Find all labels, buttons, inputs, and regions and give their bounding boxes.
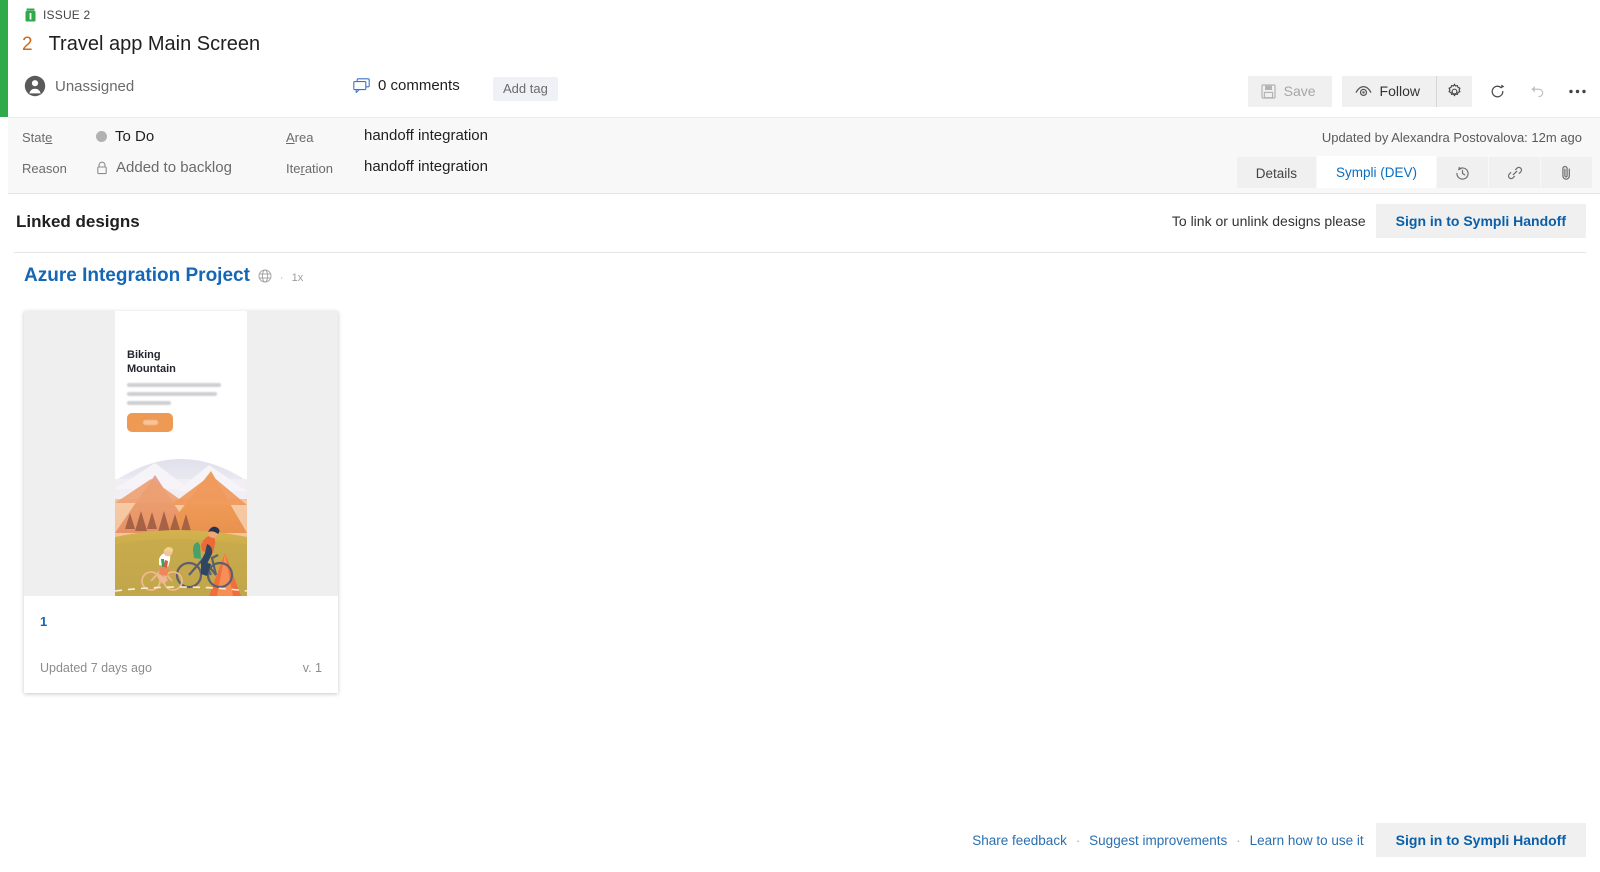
suggest-improvements-link[interactable]: Suggest improvements [1089,833,1227,848]
tab-history[interactable] [1437,157,1488,188]
design-updated-text: Updated 7 days ago [40,661,152,675]
issue-type-accent-bar [0,0,8,117]
project-row: Azure Integration Project · 1x [24,265,303,287]
area-value[interactable]: handoff integration [364,127,488,144]
page-title[interactable]: Travel app Main Screen [49,33,261,56]
design-card-title[interactable]: 1 [40,614,322,629]
signin-prompt-row: To link or unlink designs please Sign in… [1172,204,1586,238]
add-tag-button[interactable]: Add tag [493,77,558,101]
work-item-meta-row: Unassigned [24,75,134,97]
work-item-title-row: 2 Travel app Main Screen [22,33,260,56]
save-button-label: Save [1283,83,1316,99]
design-thumbnail[interactable]: Biking Mountain [24,311,338,596]
iteration-label: Iteration [286,161,334,176]
biking-illustration [115,459,247,596]
share-feedback-link[interactable]: Share feedback [972,833,1067,848]
footer-separator: · [1075,832,1081,848]
tab-links[interactable] [1489,157,1540,188]
lock-icon [97,161,107,174]
attachment-icon [1562,165,1570,180]
state-label: State [22,130,53,145]
ellipsis-icon [1568,89,1586,94]
tab-details[interactable]: Details [1236,157,1316,188]
save-disk-icon [1261,83,1276,99]
updated-by-text: Updated by Alexandra Postovalova: 12m ag… [1321,130,1582,145]
linked-designs-title: Linked designs [16,212,140,231]
design-card-body: 1 Updated 7 days ago v. 1 [24,596,338,693]
comment-icon [353,77,370,93]
tab-attachments[interactable] [1541,157,1592,188]
refresh-icon [1491,84,1504,98]
follow-button-group: Follow [1341,76,1472,107]
reason-value[interactable]: Added to backlog [96,159,232,176]
signin-hint: To link or unlink designs please [1171,213,1366,229]
reason-label: Reason [22,161,67,176]
save-button[interactable]: Save [1247,76,1332,107]
section-divider [14,252,1586,253]
assignee-name: Unassigned [55,77,135,95]
follow-button-label: Follow [1379,83,1420,99]
mockup-screen: Biking Mountain [115,311,247,596]
work-item-fields-band: State To Do Reason Added to backlog Area… [8,117,1600,194]
work-item-toolbar: Save Follow [1247,76,1592,107]
undo-icon [1530,86,1543,98]
project-separator: · [279,272,284,284]
gear-icon [1448,83,1461,97]
assignee-field[interactable]: Unassigned [24,75,134,97]
tab-sympli-dev[interactable]: Sympli (DEV) [1316,156,1436,188]
work-item-tabs: Details Sympli (DEV) [1236,156,1592,188]
mockup-heading: Biking Mountain [127,349,176,376]
state-dot-icon [96,131,107,142]
issue-icon [25,8,36,22]
avatar-icon [24,75,46,97]
footer-separator: · [1236,832,1241,848]
work-item-id: 2 [22,34,33,55]
globe-icon [258,269,272,283]
follow-button[interactable]: Follow [1342,76,1436,107]
learn-how-to-use-it-link[interactable]: Learn how to use it [1250,833,1364,848]
mockup-body-text [127,383,221,410]
signin-sympli-handoff-button[interactable]: Sign in to Sympli Handoff [1375,204,1586,238]
work-item-header: ISSUE 2 2 Travel app Main Screen Unassig… [8,0,1600,117]
eye-icon [1355,85,1371,96]
history-icon [1456,166,1469,180]
state-value[interactable]: To Do [96,128,154,145]
follow-settings-button[interactable] [1436,76,1472,107]
issue-type-text: ISSUE 2 [43,8,91,22]
footer-signin-sympli-handoff-button[interactable]: Sign in to Sympli Handoff [1375,823,1586,857]
reason-value-text: Added to backlog [116,159,232,176]
more-actions-button[interactable] [1562,77,1592,107]
mockup-cta-button [127,413,173,432]
area-label: Area [286,130,314,145]
link-icon [1507,166,1522,180]
work-item-page: ISSUE 2 2 Travel app Main Screen Unassig… [0,0,1600,872]
comments-count: 0 comments [378,77,460,94]
design-card[interactable]: Biking Mountain 1 Updated 7 days ago v. … [24,311,338,693]
comments-link[interactable]: 0 comments [353,77,460,94]
linked-designs-header: Linked designs To link or unlink designs… [0,194,1600,252]
issue-type-label: ISSUE 2 [24,8,90,22]
refresh-button[interactable] [1482,77,1512,107]
design-card-footer: Updated 7 days ago v. 1 [40,661,322,675]
state-value-text: To Do [115,128,155,145]
design-version-text: v. 1 [302,661,322,675]
iteration-value[interactable]: handoff integration [364,158,488,175]
project-name-link[interactable]: Azure Integration Project [24,265,250,287]
page-footer: Share feedback · Suggest improvements · … [972,823,1586,857]
undo-button[interactable] [1522,77,1552,107]
project-scale: 1x [291,272,304,284]
footer-links: Share feedback · Suggest improvements · … [972,833,1363,848]
